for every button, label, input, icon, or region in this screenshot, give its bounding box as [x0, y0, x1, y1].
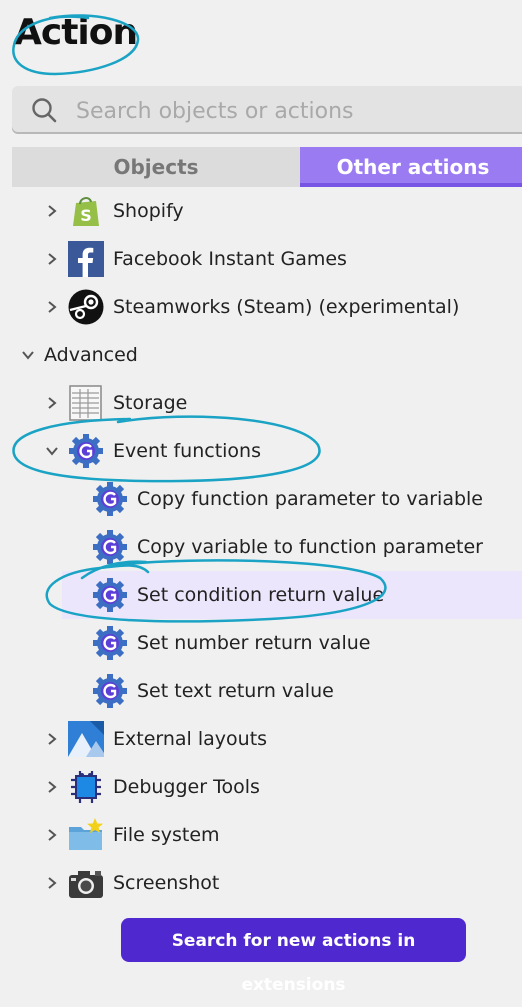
facebook-icon — [68, 241, 104, 277]
tree-item-label: External layouts — [113, 728, 268, 750]
tree-item-label: Debugger Tools — [113, 776, 260, 798]
external-layout-icon — [68, 721, 104, 757]
tree-item-event-functions[interactable]: Event functions — [0, 427, 522, 475]
tree-item-label: Storage — [113, 392, 188, 414]
chevron-right-icon[interactable] — [45, 732, 59, 746]
action-item-set-number-return-value[interactable]: Set number return value — [0, 619, 522, 667]
gdevelop-gear-icon — [68, 433, 104, 469]
chevron-down-icon[interactable] — [21, 348, 35, 362]
chevron-right-icon[interactable] — [45, 780, 59, 794]
search-bar[interactable] — [12, 86, 522, 134]
chevron-right-icon[interactable] — [45, 876, 59, 890]
steam-icon — [68, 289, 104, 325]
action-item-copy-variable-to-function-parameter[interactable]: Copy variable to function parameter — [0, 523, 522, 571]
action-item-label: Set text return value — [137, 680, 334, 702]
tree-item-screenshot[interactable]: Screenshot — [0, 859, 522, 907]
action-item-copy-function-parameter-to-variable[interactable]: Copy function parameter to variable — [0, 475, 522, 523]
tree-item-external-layouts[interactable]: External layouts — [0, 715, 522, 763]
action-item-label: Copy function parameter to variable — [137, 488, 483, 510]
chevron-down-icon[interactable] — [45, 444, 59, 458]
chevron-right-icon[interactable] — [45, 300, 59, 314]
action-item-label: Copy variable to function parameter — [137, 536, 483, 558]
search-icon — [30, 96, 58, 124]
tree-item-facebook-instant-games[interactable]: Facebook Instant Games — [0, 235, 522, 283]
tree-item-label: Steamworks (Steam) (experimental) — [113, 296, 460, 318]
tree-item-debugger-tools[interactable]: Debugger Tools — [0, 763, 522, 811]
action-item-set-condition-return-value[interactable]: Set condition return value — [62, 571, 522, 619]
action-item-set-text-return-value[interactable]: Set text return value — [0, 667, 522, 715]
debugger-chip-icon — [68, 769, 104, 805]
chevron-right-icon[interactable] — [45, 828, 59, 842]
gdevelop-gear-icon — [92, 625, 128, 661]
gdevelop-gear-icon — [92, 481, 128, 517]
gdevelop-gear-icon — [92, 529, 128, 565]
tree-item-label: Facebook Instant Games — [113, 248, 347, 270]
chevron-right-icon[interactable] — [45, 204, 59, 218]
tree-item-steamworks[interactable]: Steamworks (Steam) (experimental) — [0, 283, 522, 331]
chevron-right-icon[interactable] — [45, 252, 59, 266]
action-item-label: Set condition return value — [137, 584, 385, 606]
chevron-right-icon[interactable] — [45, 396, 59, 410]
tree-item-label: Screenshot — [113, 872, 220, 894]
tab-objects[interactable]: Objects — [12, 147, 300, 187]
gdevelop-gear-icon — [92, 673, 128, 709]
tab-other-actions[interactable]: Other actions — [300, 147, 522, 187]
tree-item-label: Event functions — [113, 440, 261, 462]
action-item-label: Set number return value — [137, 632, 371, 654]
tab-bar: Objects Other actions — [12, 147, 522, 187]
tree-item-shopify[interactable]: S Shopify — [0, 187, 522, 235]
gdevelop-gear-icon — [92, 577, 128, 613]
search-extensions-button[interactable]: Search for new actions in extensions — [121, 918, 466, 995]
dialog-title: Action — [14, 12, 138, 53]
tree-item-label: File system — [113, 824, 220, 846]
tree-item-file-system[interactable]: File system — [0, 811, 522, 859]
tree-item-storage[interactable]: Storage — [0, 379, 522, 427]
tree-item-label: Shopify — [113, 200, 184, 222]
tree-group-label: Advanced — [44, 344, 138, 366]
shopify-icon: S — [68, 193, 104, 229]
camera-icon — [68, 865, 104, 901]
folder-star-icon — [68, 817, 104, 853]
storage-icon — [68, 385, 104, 421]
tree-group-advanced[interactable]: Advanced — [0, 331, 522, 379]
search-input[interactable] — [74, 94, 518, 128]
svg-text:S: S — [80, 206, 92, 225]
